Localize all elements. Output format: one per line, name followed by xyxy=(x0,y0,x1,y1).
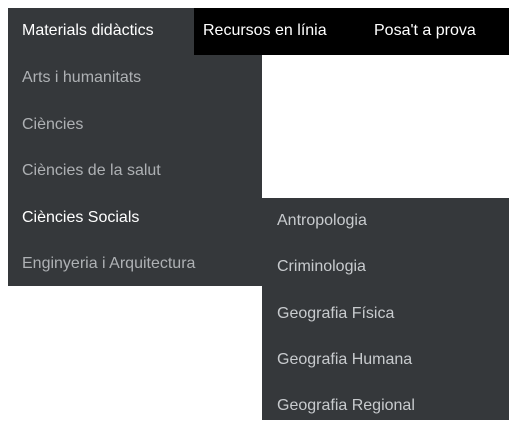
menu-item-enginyeria-arquitectura[interactable]: Enginyeria i Arquitectura xyxy=(8,241,262,287)
materials-dropdown-menu: Arts i humanitats Ciències Ciències de l… xyxy=(8,55,262,286)
submenu-item-geografia-fisica[interactable]: Geografia Física xyxy=(262,291,509,337)
ciencies-socials-submenu: Antropologia Criminologia Geografia Físi… xyxy=(262,198,509,420)
menu-item-ciencies-socials[interactable]: Ciències Socials xyxy=(8,195,262,241)
menu-item-ciencies[interactable]: Ciències xyxy=(8,102,262,148)
submenu-item-geografia-humana[interactable]: Geografia Humana xyxy=(262,337,509,383)
submenu-item-criminologia[interactable]: Criminologia xyxy=(262,244,509,290)
nav-item-recursos-en-linia[interactable]: Recursos en línia xyxy=(203,8,327,55)
submenu-item-antropologia[interactable]: Antropologia xyxy=(262,198,509,244)
menu-item-ciencies-salut[interactable]: Ciències de la salut xyxy=(8,148,262,194)
nav-item-posat-a-prova[interactable]: Posa't a prova xyxy=(374,8,476,55)
nav-item-materials-didactics[interactable]: Materials didàctics xyxy=(8,8,194,55)
menu-item-arts-humanitats[interactable]: Arts i humanitats xyxy=(8,55,262,101)
submenu-item-geografia-regional[interactable]: Geografia Regional xyxy=(262,383,509,429)
top-navigation-bar: Materials didàctics Recursos en línia Po… xyxy=(8,8,509,55)
